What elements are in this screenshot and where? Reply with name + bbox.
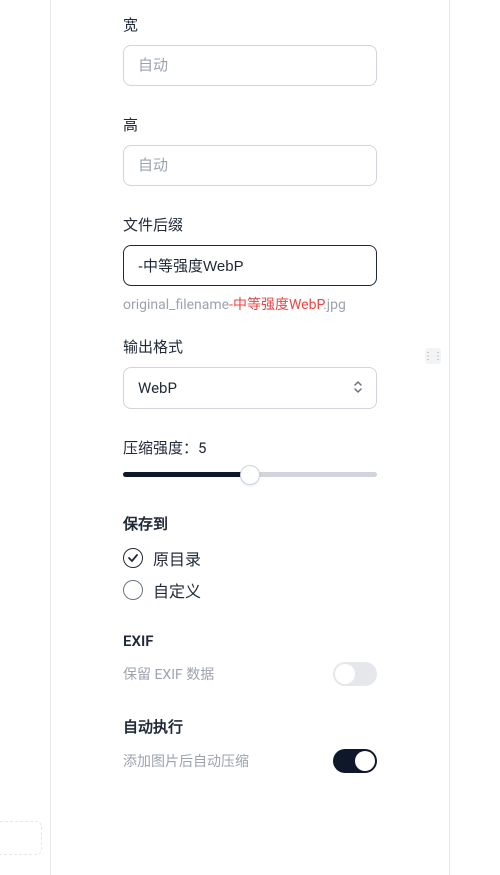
compression-label: 压缩强度：5 [123,437,377,458]
radio-original-dir[interactable]: 原目录 [123,546,377,570]
exif-toggle[interactable] [333,662,377,686]
drag-handle-icon[interactable]: ⋮⋮ [425,348,441,364]
height-label: 高 [123,114,377,135]
auto-toggle[interactable] [333,749,377,773]
radio-checked-icon [123,548,143,568]
format-select[interactable]: WebP [123,367,377,409]
slider-thumb[interactable] [240,465,260,485]
radio-unchecked-icon [123,580,143,600]
save-title: 保存到 [123,513,377,534]
radio-label: 原目录 [153,546,201,570]
exif-desc: 保留 EXIF 数据 [123,664,214,684]
format-label: 输出格式 [123,336,377,357]
height-input[interactable] [123,145,377,186]
chevron-updown-icon [353,380,363,396]
auto-title: 自动执行 [123,716,377,737]
width-label: 宽 [123,14,377,35]
radio-label: 自定义 [153,578,201,602]
auto-desc: 添加图片后自动压缩 [123,751,249,771]
suffix-input[interactable] [123,245,377,286]
radio-custom-dir[interactable]: 自定义 [123,578,377,602]
suffix-label: 文件后缀 [123,214,377,235]
exif-title: EXIF [123,632,377,650]
suffix-hint: original_filename-中等强度WebP.jpg [123,294,377,314]
drop-area-edge [0,821,42,855]
compression-slider[interactable] [123,472,377,477]
width-input[interactable] [123,45,377,86]
